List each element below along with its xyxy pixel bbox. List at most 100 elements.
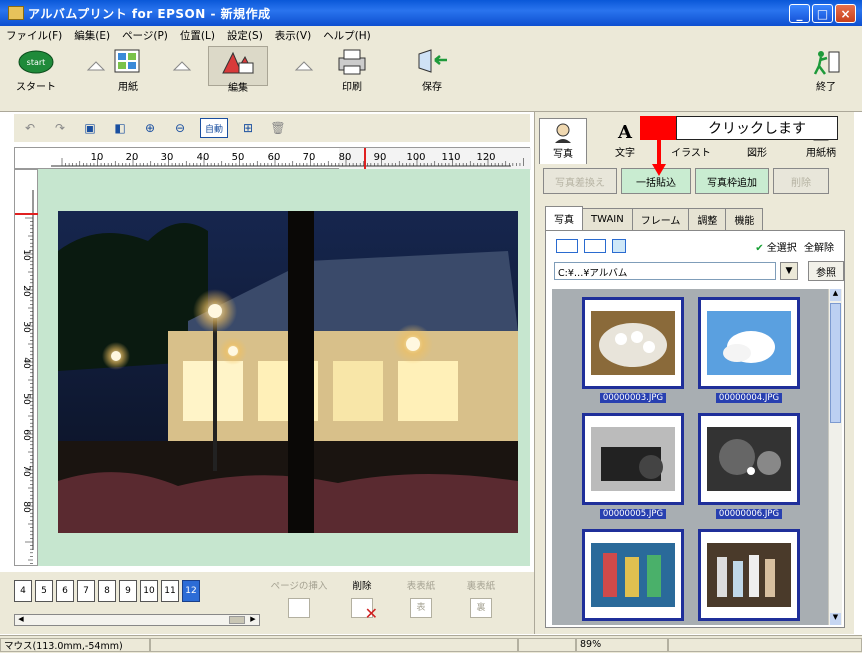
exit-icon xyxy=(807,48,845,76)
save-button[interactable]: 保存 xyxy=(410,46,454,93)
photo-thumbnail[interactable] xyxy=(698,529,800,621)
menu-help[interactable]: ヘルプ(H) xyxy=(323,28,371,43)
menu-page[interactable]: ページ(P) xyxy=(122,28,168,43)
insert-page-button[interactable]: ページの挿入 xyxy=(268,578,330,618)
edit-toolbar: ↶ ↷ ▣ ◧ ⊕ ⊖ 自動 ⊞ 🗑 xyxy=(14,114,530,142)
page-list: 4 5 6 7 8 9 10 11 12 xyxy=(14,580,200,602)
medium-thumbs-icon[interactable] xyxy=(584,239,606,253)
fit-button[interactable]: 自動 xyxy=(200,118,228,138)
page-thumb[interactable]: 4 xyxy=(14,580,32,602)
tab-shape-label: 図形 xyxy=(747,148,767,159)
zoom-in-icon[interactable]: ⊕ xyxy=(140,118,160,138)
ruler-tick-label: 10 xyxy=(21,249,31,261)
chevron-down-icon[interactable]: ▼ xyxy=(780,262,798,280)
scroll-thumb[interactable] xyxy=(229,616,245,624)
page-thumb[interactable]: 8 xyxy=(98,580,116,602)
subtab-photo[interactable]: 写真 xyxy=(545,206,583,230)
add-frame-button[interactable]: 写真枠追加 xyxy=(695,168,769,194)
ruler-tick-label: 40 xyxy=(197,152,210,163)
thumbnail-filename: 00000005.JPG xyxy=(599,509,667,519)
page-scrollbar[interactable]: ◀ ▶ xyxy=(14,614,260,626)
delete-photo-button[interactable]: 削除 xyxy=(773,168,829,194)
placed-photo[interactable] xyxy=(58,211,518,533)
tab-paper-pattern-label: 用紙柄 xyxy=(806,148,836,159)
start-button[interactable]: start スタート xyxy=(14,46,58,93)
edit-button[interactable]: 編集 xyxy=(208,46,268,94)
redo-icon[interactable]: ↷ xyxy=(50,118,70,138)
thumbnail-filename: 00000003.JPG xyxy=(599,393,667,403)
page-thumb[interactable]: 10 xyxy=(140,580,158,602)
folder-path-field[interactable]: C:¥…¥アルバム xyxy=(554,262,776,280)
back-cover-icon: 裏 xyxy=(470,598,492,618)
page-thumb-current[interactable]: 12 xyxy=(182,580,200,602)
page-thumb[interactable]: 5 xyxy=(35,580,53,602)
edit-label: 編集 xyxy=(228,83,248,94)
print-button[interactable]: 印刷 xyxy=(330,46,374,93)
small-thumbs-icon[interactable] xyxy=(556,239,578,253)
status-cell xyxy=(668,637,862,652)
subtab-twain[interactable]: TWAIN xyxy=(582,208,633,230)
browse-button[interactable]: 参照 xyxy=(808,261,844,281)
ruler-tick-label: 70 xyxy=(303,152,316,163)
start-icon: start xyxy=(17,48,55,76)
menu-position[interactable]: 位置(L) xyxy=(180,28,215,43)
page-thumb[interactable]: 9 xyxy=(119,580,137,602)
save-icon xyxy=(413,48,451,76)
back-cover-button[interactable]: 裏表紙 裏 xyxy=(456,578,506,618)
exit-button[interactable]: 終了 xyxy=(806,46,846,93)
insert-page-icon xyxy=(288,598,310,618)
menu-file[interactable]: ファイル(F) xyxy=(6,28,62,43)
trash-icon[interactable]: 🗑 xyxy=(268,118,288,138)
ruler-tick-label: 20 xyxy=(21,285,31,297)
menu-edit[interactable]: 編集(E) xyxy=(74,28,110,43)
page-strip: 4 5 6 7 8 9 10 11 12 ◀ ▶ ページの挿入 削除 ✕ 表表紙… xyxy=(0,572,534,634)
subtab-adjust[interactable]: 調整 xyxy=(688,208,727,230)
zoom-level: 89% xyxy=(576,637,668,652)
close-button[interactable]: × xyxy=(835,4,856,23)
large-thumbs-icon[interactable] xyxy=(612,239,626,253)
page-thumb[interactable]: 7 xyxy=(77,580,95,602)
undo-icon[interactable]: ↶ xyxy=(20,118,40,138)
photo-thumbnail[interactable]: 00000003.JPG xyxy=(582,297,684,403)
step-arrow-icon xyxy=(86,58,106,72)
right-panel: 写真 A 文字 イラスト 図形 用紙柄 写真差換え 一括貼込 写真枠追加 削除 … xyxy=(534,112,854,634)
title-bar: アルバムプリント for EPSON - 新規作成 _ □ × xyxy=(0,0,862,26)
status-bar: マウス(113.0mm,-54mm) 89% xyxy=(0,635,862,653)
page-thumb[interactable]: 6 xyxy=(56,580,74,602)
grid-icon[interactable]: ⊞ xyxy=(238,118,258,138)
thumbnail-scrollbar[interactable]: ▲ ▼ xyxy=(828,289,842,625)
bring-front-icon[interactable]: ▣ xyxy=(80,118,100,138)
deselect-all-link[interactable]: 全解除 xyxy=(804,243,834,254)
subtab-function[interactable]: 機能 xyxy=(725,208,764,230)
start-label: スタート xyxy=(16,82,56,93)
subtab-frame[interactable]: フレーム xyxy=(631,208,690,230)
exit-label: 終了 xyxy=(816,82,836,93)
ruler-tick-label: 80 xyxy=(21,501,31,513)
menu-settings[interactable]: 設定(S) xyxy=(227,28,263,43)
front-cover-button[interactable]: 表表紙 表 xyxy=(396,578,446,618)
paper-button[interactable]: 用紙 xyxy=(108,46,148,93)
page-canvas[interactable] xyxy=(38,169,530,566)
text-tab-icon: A xyxy=(613,120,637,143)
menu-view[interactable]: 表示(V) xyxy=(275,28,311,43)
check-icon: ✔ xyxy=(755,243,764,254)
photo-thumbnail[interactable] xyxy=(582,529,684,621)
tab-photo[interactable]: 写真 xyxy=(539,118,587,164)
scroll-right-icon[interactable]: ▶ xyxy=(247,615,259,625)
send-back-icon[interactable]: ◧ xyxy=(110,118,130,138)
delete-page-button[interactable]: 削除 ✕ xyxy=(340,578,384,623)
photo-thumbnail[interactable]: 00000004.JPG xyxy=(698,297,800,403)
minimize-button[interactable]: _ xyxy=(789,4,810,23)
select-all-link[interactable]: 全選択 xyxy=(767,243,797,254)
replace-photo-button[interactable]: 写真差換え xyxy=(543,168,617,194)
scroll-left-icon[interactable]: ◀ xyxy=(15,615,27,625)
scroll-thumb[interactable] xyxy=(830,303,841,423)
scroll-down-icon[interactable]: ▼ xyxy=(830,613,841,625)
page-thumb[interactable]: 11 xyxy=(161,580,179,602)
zoom-out-icon[interactable]: ⊖ xyxy=(170,118,190,138)
photo-thumbnail[interactable]: 00000005.JPG xyxy=(582,413,684,519)
photo-thumbnail[interactable]: 00000006.JPG xyxy=(698,413,800,519)
thumbnail-filename: 00000004.JPG xyxy=(715,393,783,403)
scroll-up-icon[interactable]: ▲ xyxy=(830,289,841,301)
maximize-button[interactable]: □ xyxy=(812,4,833,23)
